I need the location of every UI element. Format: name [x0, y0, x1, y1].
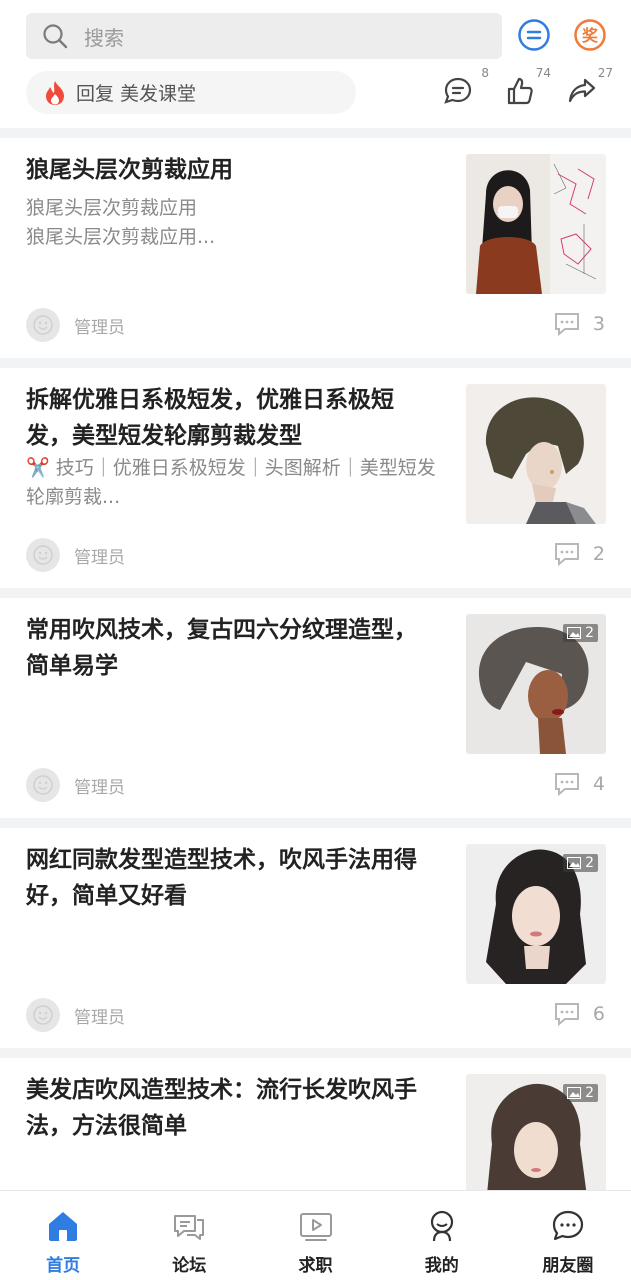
image-count: 2 — [585, 855, 594, 871]
post-comments[interactable]: 3 — [553, 312, 605, 336]
bottom-tab-bar: 首页 论坛 求职 我的 朋友圈 — [0, 1190, 631, 1280]
post-comments[interactable]: 2 — [553, 542, 605, 566]
hot-topic-text: 回复 美发课堂 — [76, 83, 197, 105]
comment-bubble-icon — [554, 773, 579, 796]
image-count-badge: 2 — [563, 1084, 598, 1102]
home-icon — [49, 1212, 78, 1241]
search-placeholder: 搜索 — [84, 25, 124, 50]
post-title: 拆解优雅日系极短发，优雅日系极短发，美型短发轮廓剪裁发型 — [26, 387, 394, 449]
post-comments[interactable]: 6 — [553, 1002, 605, 1026]
comment-bubble-icon — [554, 313, 579, 336]
comment-count: 6 — [592, 1003, 605, 1025]
comment-bubble-icon — [554, 543, 579, 566]
message-icon[interactable] — [517, 18, 551, 52]
post-feed: 狼尾头层次剪裁应用 狼尾头层次剪裁应用 狼尾头层次剪裁应用... 管理员 3 拆… — [0, 128, 631, 1194]
avatar — [26, 768, 60, 802]
post-author[interactable]: 管理员 — [26, 768, 125, 802]
hot-topic-pill[interactable]: 回复 美发课堂 — [26, 71, 356, 114]
author-name: 管理员 — [74, 317, 125, 338]
post-card[interactable]: 狼尾头层次剪裁应用 狼尾头层次剪裁应用 狼尾头层次剪裁应用... 管理员 3 — [0, 138, 631, 358]
tab-label: 论坛 — [172, 1256, 207, 1276]
image-count-badge: 2 — [563, 854, 598, 872]
post-author[interactable]: 管理员 — [26, 308, 125, 342]
image-count-badge: 2 — [563, 624, 598, 642]
post-thumbnail[interactable]: 2 — [466, 614, 606, 754]
image-icon — [567, 857, 582, 869]
post-author[interactable]: 管理员 — [26, 538, 125, 572]
share-action[interactable]: 27 — [567, 66, 613, 110]
flame-icon — [44, 80, 66, 106]
comment-count: 3 — [592, 313, 605, 335]
image-icon — [567, 627, 582, 639]
tab-label: 我的 — [424, 1256, 459, 1276]
search-bar[interactable]: 搜索 — [26, 13, 502, 59]
author-name: 管理员 — [74, 777, 125, 798]
avatar — [26, 538, 60, 572]
author-name: 管理员 — [74, 547, 125, 568]
tab-mine[interactable]: 我的 — [379, 1191, 505, 1280]
post-card[interactable]: 常用吹风技术，复古四六分纹理造型，简单易学 2 管理员 4 — [0, 598, 631, 818]
author-name: 管理员 — [74, 1007, 125, 1028]
award-icon[interactable]: 奖 — [573, 18, 607, 52]
post-excerpt: 狼尾头层次剪裁应用 狼尾头层次剪裁应用... — [26, 197, 216, 248]
post-thumbnail[interactable] — [466, 154, 606, 294]
comment-bubble-icon — [554, 1003, 579, 1026]
post-comments[interactable]: 4 — [553, 772, 605, 796]
video-icon — [299, 1213, 332, 1241]
post-card[interactable]: 网红同款发型造型技术，吹风手法用得好，简单又好看 2 管理员 6 — [0, 828, 631, 1048]
post-thumbnail[interactable] — [466, 384, 606, 524]
moments-icon — [552, 1210, 584, 1241]
profile-icon — [430, 1210, 453, 1242]
header: 搜索 奖 回复 美发课堂 8 74 27 — [0, 0, 631, 128]
post-title: 狼尾头层次剪裁应用 — [26, 157, 233, 183]
post-excerpt: ✂️ 技巧｜优雅日系极短发｜头图解析｜美型短发轮廓剪裁... — [26, 457, 436, 508]
post-title: 网红同款发型造型技术，吹风手法用得好，简单又好看 — [26, 847, 417, 909]
divider — [0, 1048, 631, 1058]
post-author[interactable]: 管理员 — [26, 998, 125, 1032]
tab-label: 朋友圈 — [542, 1256, 594, 1276]
tab-home[interactable]: 首页 — [0, 1191, 126, 1280]
image-count: 2 — [585, 625, 594, 641]
post-card[interactable]: 拆解优雅日系极短发，优雅日系极短发，美型短发轮廓剪裁发型 ✂️ 技巧｜优雅日系极… — [0, 368, 631, 588]
comment-count: 4 — [592, 773, 605, 795]
image-icon — [567, 1087, 582, 1099]
comment-count: 8 — [481, 66, 489, 80]
comment-action[interactable]: 8 — [443, 66, 489, 110]
divider — [0, 128, 631, 138]
tab-forum[interactable]: 论坛 — [126, 1191, 252, 1280]
tab-label: 首页 — [46, 1256, 81, 1276]
forum-icon — [174, 1215, 205, 1240]
tab-label: 求职 — [298, 1256, 333, 1276]
like-count: 74 — [535, 66, 551, 80]
image-count: 2 — [585, 1085, 594, 1101]
post-thumbnail[interactable]: 2 — [466, 1074, 606, 1194]
share-count: 27 — [597, 66, 613, 80]
divider — [0, 588, 631, 598]
divider — [0, 818, 631, 828]
like-action[interactable]: 74 — [505, 66, 551, 110]
avatar — [26, 998, 60, 1032]
avatar — [26, 308, 60, 342]
post-title: 常用吹风技术，复古四六分纹理造型，简单易学 — [26, 617, 417, 679]
post-title: 美发店吹风造型技术：流行长发吹风手法，方法很简单 — [26, 1077, 417, 1139]
post-card[interactable]: 美发店吹风造型技术：流行长发吹风手法，方法很简单 2 — [0, 1058, 631, 1194]
award-char: 奖 — [582, 26, 599, 45]
divider — [0, 358, 631, 368]
search-icon — [42, 23, 68, 49]
comment-count: 2 — [592, 543, 605, 565]
tab-moments[interactable]: 朋友圈 — [505, 1191, 631, 1280]
post-thumbnail[interactable]: 2 — [466, 844, 606, 984]
tab-jobs[interactable]: 求职 — [252, 1191, 378, 1280]
